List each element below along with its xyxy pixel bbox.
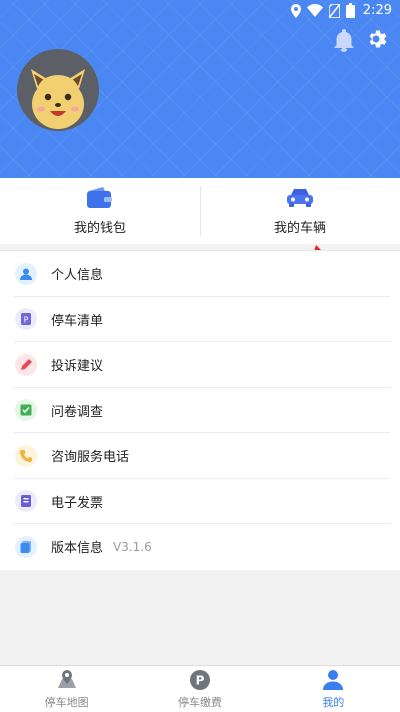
menu-item-complaint[interactable]: 投诉建议 (0, 342, 400, 388)
avatar[interactable] (17, 49, 99, 131)
status-bar: 2:29 (0, 0, 400, 24)
location-icon (290, 3, 301, 18)
person-icon (323, 669, 344, 690)
menu-label: 个人信息 (51, 268, 104, 284)
menu-label: 电子发票 (51, 495, 104, 511)
wallet-icon (87, 187, 112, 208)
version-number: V3.1.6 (113, 539, 152, 554)
menu-item-version-info[interactable]: 版本信息 V3.1.6 (0, 524, 400, 570)
my-vehicle-label: 我的车辆 (273, 221, 326, 236)
battery-icon (345, 3, 355, 18)
gear-icon[interactable] (366, 27, 390, 51)
survey-icon (15, 399, 37, 422)
car-icon (287, 189, 313, 207)
menu-list: 个人信息 P 停车清单 投诉建议 问卷调查 咨询服务电话 电子发票 版本信息 V… (0, 250, 400, 570)
parking-p-icon: P (189, 669, 210, 690)
menu-label: 停车清单 (51, 313, 104, 329)
nav-mine[interactable]: 我的 (267, 666, 400, 712)
menu-label: 问卷调查 (51, 404, 104, 420)
my-wallet-button[interactable]: 我的钱包 (0, 178, 200, 244)
quick-actions: 我的钱包 我的车辆 (0, 178, 400, 244)
menu-item-personal-info[interactable]: 个人信息 (0, 251, 400, 297)
nav-label: 我的 (322, 695, 345, 709)
nav-label: 停车缴费 (177, 695, 222, 709)
nav-parking-map[interactable]: 停车地图 (0, 666, 133, 712)
status-time: 2:29 (362, 3, 392, 18)
menu-item-service-phone[interactable]: 咨询服务电话 (0, 433, 400, 479)
invoice-icon (15, 490, 37, 513)
no-sim-icon (328, 3, 340, 18)
complaint-icon (15, 353, 37, 376)
fox-avatar-image (31, 69, 85, 129)
map-pin-icon (57, 669, 76, 688)
bell-icon[interactable] (333, 28, 355, 52)
wifi-icon (306, 4, 323, 17)
menu-label: 版本信息 (51, 541, 104, 557)
bottom-nav: 停车地图 P 停车缴费 我的 (0, 665, 400, 712)
nav-parking-payment[interactable]: P 停车缴费 (133, 666, 266, 712)
menu-label: 投诉建议 (51, 359, 104, 375)
user-info-icon (15, 262, 37, 285)
profile-header: 2:29 (0, 0, 400, 178)
svg-text:P: P (196, 673, 205, 687)
nav-label: 停车地图 (44, 695, 89, 709)
menu-item-e-invoice[interactable]: 电子发票 (0, 479, 400, 525)
phone-icon (15, 444, 37, 467)
version-icon (15, 535, 37, 558)
parking-list-icon: P (15, 308, 37, 331)
my-vehicle-button[interactable]: 我的车辆 (200, 178, 400, 244)
svg-text:P: P (24, 316, 29, 325)
menu-item-parking-list[interactable]: P 停车清单 (0, 297, 400, 343)
my-wallet-label: 我的钱包 (73, 221, 126, 236)
menu-label: 咨询服务电话 (51, 450, 130, 466)
menu-item-survey[interactable]: 问卷调查 (0, 388, 400, 434)
